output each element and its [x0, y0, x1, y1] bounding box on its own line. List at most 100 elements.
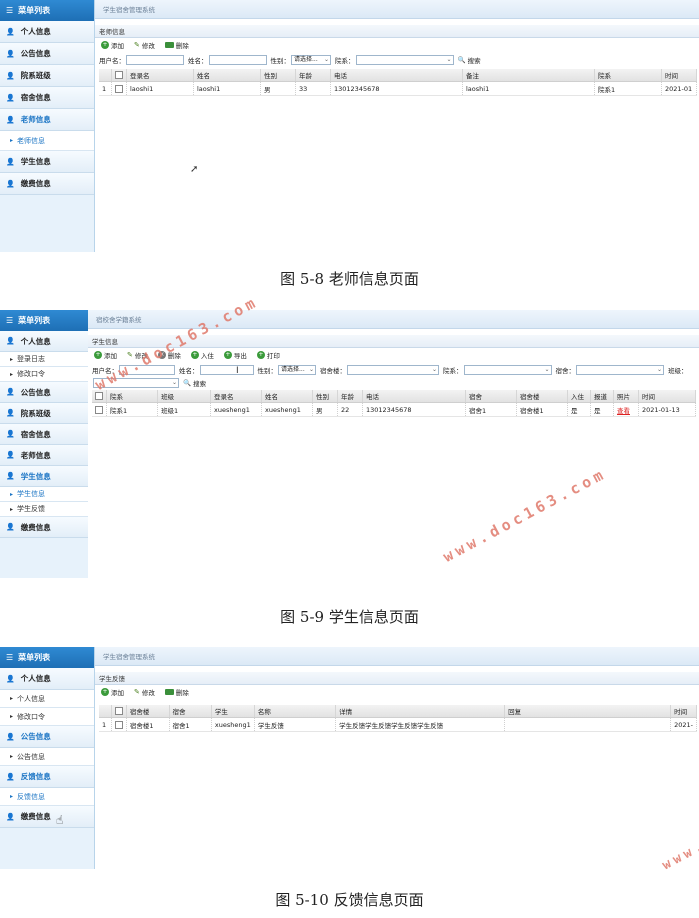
plus-icon: + [94, 351, 102, 359]
table-row[interactable]: 院系1 班级1 xuesheng1 xuesheng1 男 22 1301234… [92, 402, 696, 417]
gender-select[interactable]: 请选择... ⌄ [278, 364, 316, 375]
column-header[interactable]: 入住 [567, 390, 591, 403]
add-button[interactable]: + 添加 [101, 687, 124, 697]
edit-button[interactable]: ✎ 修改 [134, 687, 155, 697]
user-icon: 👤 [6, 409, 15, 417]
column-header[interactable]: 姓名 [261, 390, 313, 403]
sidebar-item-label: 老师信息 [20, 450, 51, 460]
dorm-select[interactable]: ⌄ [576, 364, 664, 375]
column-header[interactable]: 宿舍楼 [126, 705, 170, 718]
column-header[interactable]: 宿舍 [169, 705, 212, 718]
name-input[interactable] [208, 54, 267, 65]
sidebar-item-personal[interactable]: 👤 个人信息 [0, 331, 94, 352]
add-button[interactable]: + 添加 [94, 350, 117, 360]
column-header[interactable]: 年龄 [337, 390, 363, 403]
column-header[interactable]: 性别 [312, 390, 338, 403]
sidebar-item-dept[interactable]: 👤 院系班级 [0, 403, 94, 424]
add-button[interactable]: + 添加 [101, 40, 124, 50]
plus-icon: + [101, 41, 109, 49]
view-photo-link[interactable]: 查看 [617, 407, 630, 415]
sidebar-item-notice[interactable]: 👤 公告信息 [0, 726, 94, 748]
column-header[interactable]: 名称 [254, 705, 337, 718]
select-all-checkbox[interactable] [111, 705, 127, 718]
column-header[interactable]: 性别 [260, 69, 296, 82]
sidebar-item-student[interactable]: 👤 学生信息 [0, 466, 94, 487]
gender-select[interactable]: 请选择... ⌄ [291, 54, 331, 65]
column-header[interactable]: 院系 [106, 390, 158, 403]
column-header[interactable]: 登录名 [210, 390, 262, 403]
sidebar-item-student[interactable]: 👤 学生信息 [0, 151, 94, 173]
sidebar-subitem-student[interactable]: ▸ 学生信息 [0, 487, 94, 502]
edit-button[interactable]: ✎ 修改 [134, 40, 155, 50]
sidebar-item-teacher[interactable]: 👤 老师信息 [0, 109, 94, 131]
row-checkbox[interactable] [111, 717, 127, 732]
building-select[interactable]: ⌄ [347, 364, 439, 375]
sidebar-item-personal[interactable]: 👤 个人信息 [0, 668, 94, 690]
sidebar-item-fee[interactable]: 👤 缴费信息 [0, 806, 94, 828]
column-header[interactable]: 学生 [211, 705, 255, 718]
export-button[interactable]: + 导出 [223, 350, 247, 360]
sidebar-item-notice[interactable]: 👤 公告信息 [0, 43, 94, 65]
dept-select[interactable]: ⌄ [463, 364, 552, 375]
sidebar-item-personal[interactable]: 👤 个人信息 [0, 21, 94, 43]
app-title: 宿校舍学籍系统 [88, 310, 699, 329]
search-button[interactable]: 🔍 搜索 [458, 55, 481, 65]
sidebar-subitem-label: 修改口令 [17, 370, 46, 378]
column-header[interactable]: 宿舍楼 [516, 390, 568, 403]
column-header[interactable]: 回复 [504, 705, 672, 718]
select-all-checkbox[interactable] [111, 69, 127, 82]
sidebar-subitem-teacher[interactable]: ▸ 老师信息 [0, 131, 94, 151]
user-icon: 👤 [6, 337, 15, 345]
checkin-button[interactable]: + 入住 [190, 350, 214, 360]
row-checkbox[interactable] [111, 81, 127, 96]
column-header[interactable]: 登录名 [126, 69, 194, 82]
column-header[interactable]: 备注 [462, 69, 595, 82]
sidebar-item-dorm[interactable]: 👤 宿舍信息 [0, 87, 94, 109]
column-header[interactable]: 时间 [661, 69, 697, 82]
sidebar-item-fee[interactable]: 👤 缴费信息 [0, 173, 94, 195]
table-row[interactable]: 1 laoshi1 laoshi1 男 33 13012345678 laosh… [99, 81, 697, 96]
filter-bar: 用户名： 姓名： 性别： 请选择... ⌄ 院系： ⌄ 🔍 搜索 [95, 52, 699, 67]
table-cell: 13012345678 [362, 402, 466, 417]
column-header[interactable]: 时间 [670, 705, 697, 718]
pencil-icon: ✎ [134, 41, 140, 49]
photo-link[interactable]: 查看 [613, 402, 639, 417]
sidebar-item-label: 缴费信息 [20, 522, 51, 532]
column-header[interactable]: 院系 [594, 69, 662, 82]
column-header[interactable]: 宿舍 [465, 390, 517, 403]
sidebar-item-fee[interactable]: 👤 缴费信息 [0, 517, 94, 538]
column-header[interactable]: 年龄 [295, 69, 331, 82]
column-header[interactable]: 姓名 [193, 69, 261, 82]
column-header[interactable]: 电话 [362, 390, 466, 403]
sidebar-subitem-feedback[interactable]: ▸ 反馈信息 [0, 788, 94, 806]
sidebar-subitem-notice[interactable]: ▸ 公告信息 [0, 748, 94, 766]
delete-button[interactable]: 删除 [164, 687, 189, 697]
sidebar-subitem-change-password[interactable]: ▸ 修改口令 [0, 708, 94, 726]
column-header[interactable]: 班级 [157, 390, 211, 403]
column-header[interactable]: 详情 [335, 705, 506, 718]
sidebar-item-dept[interactable]: 👤 院系班级 [0, 65, 94, 87]
sidebar-subitem-login-log[interactable]: ▸ 登录日志 [0, 352, 94, 367]
name-input[interactable] [199, 364, 254, 375]
column-header[interactable]: 报道 [590, 390, 614, 403]
column-header[interactable]: 照片 [613, 390, 639, 403]
print-button[interactable]: + 打印 [256, 350, 280, 360]
sidebar-item-teacher[interactable]: 👤 老师信息 [0, 445, 94, 466]
edit-label: 修改 [141, 689, 155, 697]
sidebar-item-dorm[interactable]: 👤 宿舍信息 [0, 424, 94, 445]
sidebar-item-feedback[interactable]: 👤 反馈信息 [0, 766, 94, 788]
delete-button[interactable]: 删除 [164, 40, 189, 50]
dept-select[interactable]: ⌄ [355, 54, 454, 65]
sidebar-subitem-feedback[interactable]: ▸ 学生反馈 [0, 502, 94, 517]
column-header[interactable]: 电话 [330, 69, 463, 82]
table-row[interactable]: 1 宿舍楼1 宿舍1 xuesheng1 学生反馈 学生反馈学生反馈学生反馈学生… [99, 717, 697, 732]
class-label: 班级： [668, 366, 688, 375]
sidebar-subitem-change-password[interactable]: ▸ 修改口令 [0, 367, 94, 382]
sidebar-item-notice[interactable]: 👤 公告信息 [0, 382, 94, 403]
sidebar-subitem-personal[interactable]: ▸ 个人信息 [0, 690, 94, 708]
column-header[interactable]: 时间 [638, 390, 696, 403]
username-input[interactable] [126, 54, 184, 65]
row-checkbox[interactable] [92, 402, 107, 417]
search-button[interactable]: 🔍 搜索 [183, 378, 206, 388]
menu-icon: ☰ [6, 653, 14, 662]
